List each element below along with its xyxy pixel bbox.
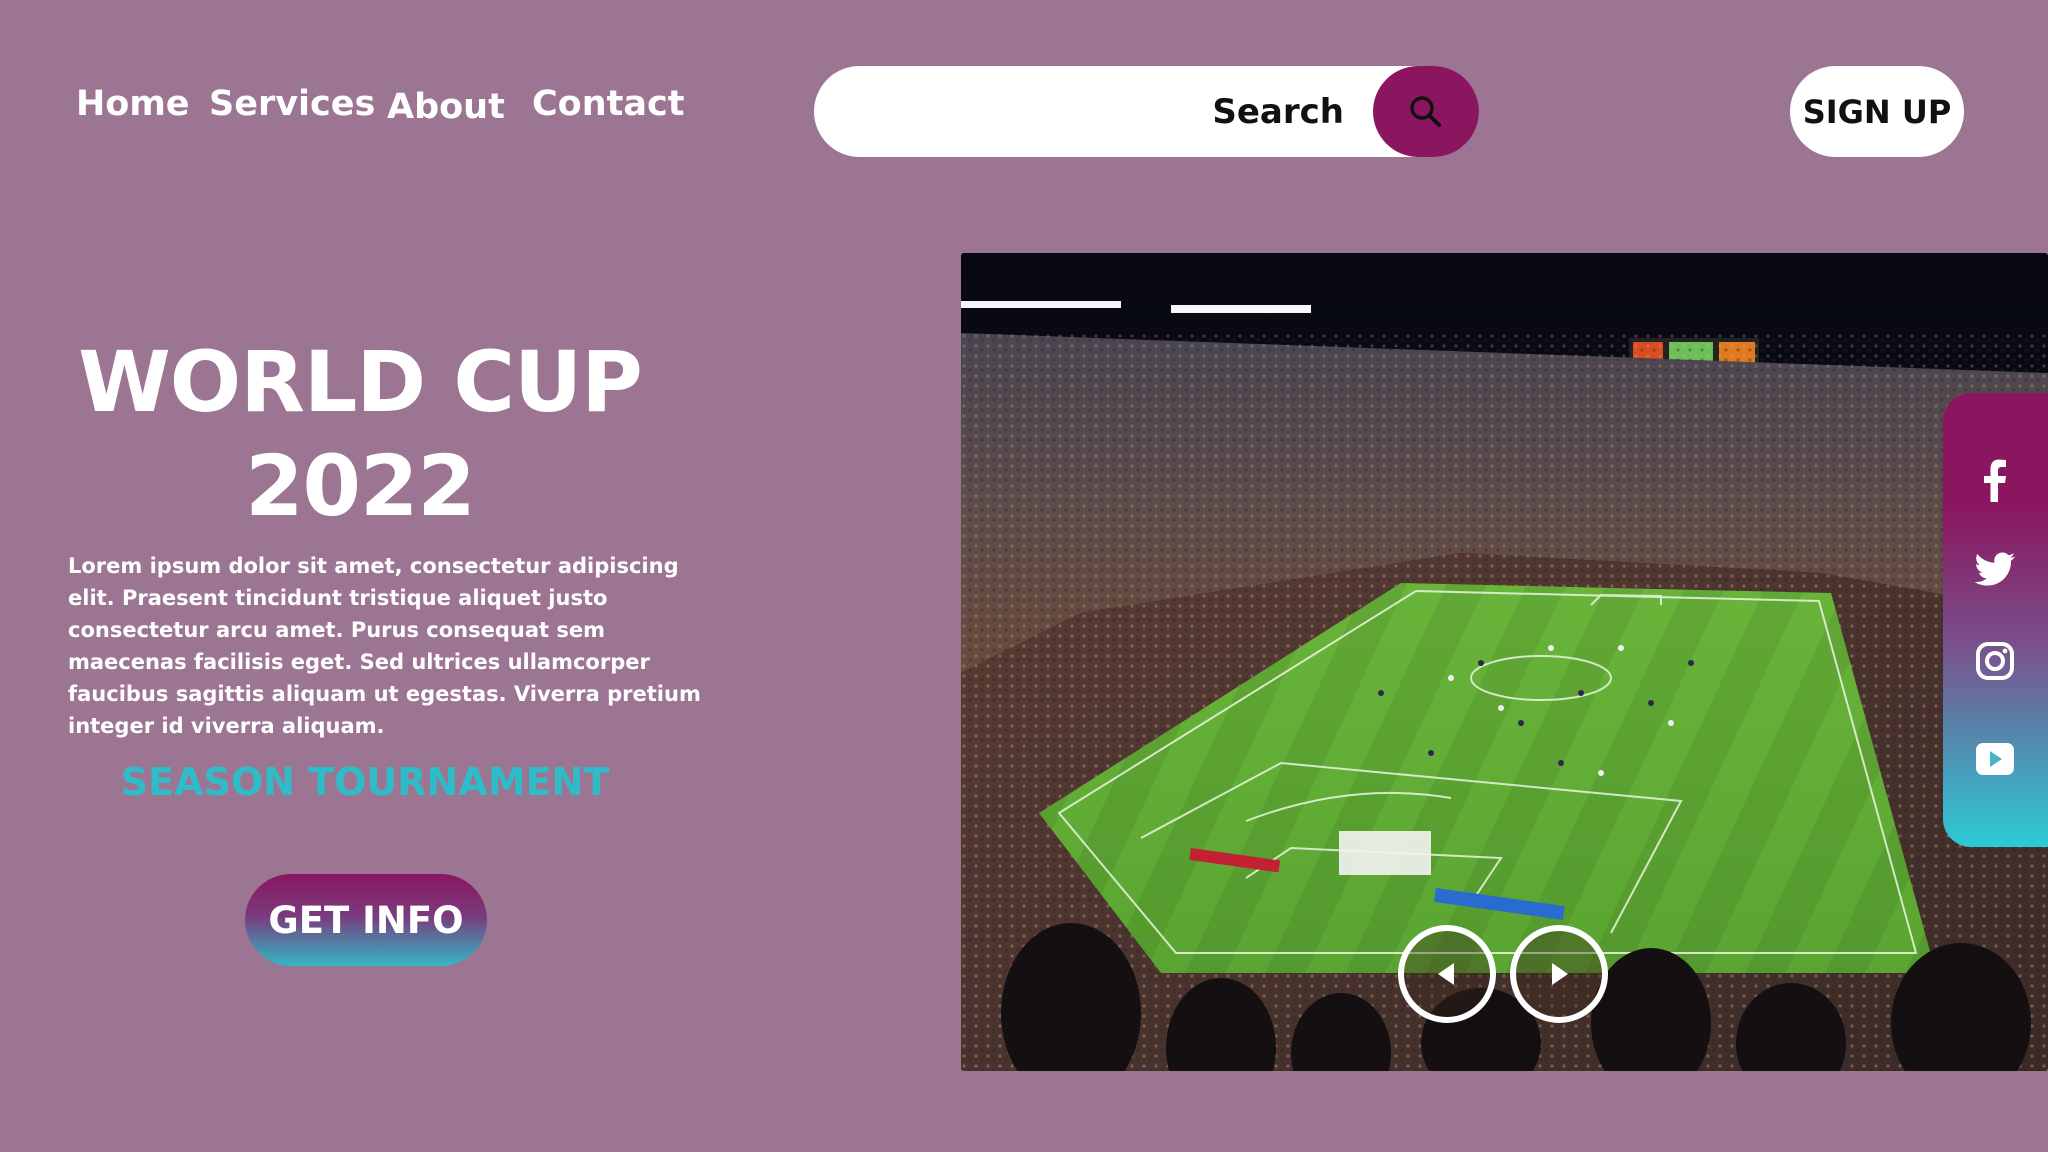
facebook-icon (1984, 459, 2006, 502)
stadium-image (961, 253, 2048, 1071)
youtube-link[interactable] (1965, 729, 2025, 789)
search-bar (814, 66, 1479, 157)
instagram-icon (1976, 642, 2014, 680)
signup-button[interactable]: SIGN UP (1790, 66, 1964, 157)
search-button[interactable] (1373, 66, 1479, 157)
prev-arrow-icon (1438, 963, 1454, 985)
search-icon (1410, 95, 1441, 127)
hero-subtitle: SEASON TOURNAMENT (120, 760, 610, 804)
search-input[interactable] (844, 66, 1364, 157)
nav-contact[interactable]: Contact (532, 84, 684, 124)
youtube-icon (1976, 743, 2014, 775)
social-sidebar (1943, 393, 2048, 847)
instagram-link[interactable] (1965, 631, 2025, 691)
hero-title-line2: 2022 (245, 437, 476, 535)
nav-home[interactable]: Home (76, 84, 190, 124)
get-info-button[interactable]: GET INFO (245, 874, 487, 966)
nav-services[interactable]: Services (209, 84, 375, 124)
hero-title-line1: WORLD CUP (78, 333, 643, 431)
prev-slide-button[interactable] (1398, 925, 1496, 1023)
hero-title: WORLD CUP 2022 (60, 330, 660, 538)
nav-about[interactable]: About (387, 87, 505, 127)
facebook-link[interactable] (1965, 450, 2025, 510)
next-slide-button[interactable] (1510, 925, 1608, 1023)
twitter-icon (1974, 552, 2016, 586)
twitter-link[interactable] (1965, 540, 2025, 600)
stadium-illustration (961, 253, 2048, 1071)
hero-description: Lorem ipsum dolor sit amet, consectetur … (68, 554, 701, 738)
next-arrow-icon (1552, 963, 1568, 985)
